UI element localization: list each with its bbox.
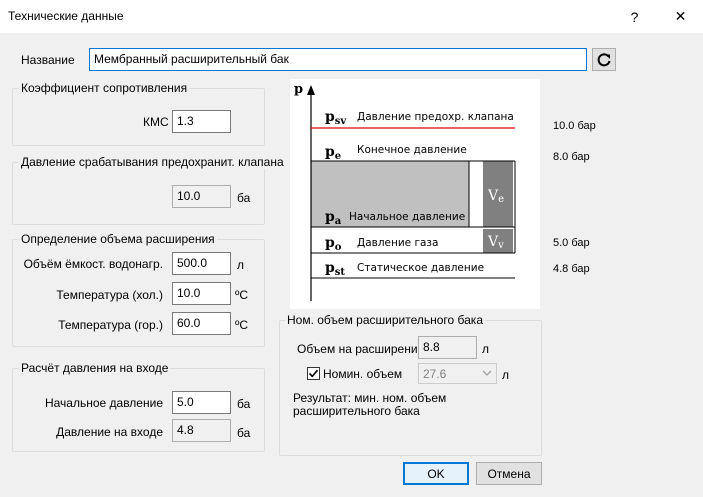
boiler-volume-label: Объём ёмкост. водонагр. bbox=[23, 257, 163, 271]
pe-value: 8.0 бар bbox=[553, 151, 590, 163]
kms-input[interactable]: 1.3 bbox=[172, 110, 231, 133]
inlet-pressure-unit: ба bbox=[237, 426, 251, 440]
pst-symbol: pst bbox=[325, 260, 345, 278]
temp-hot-unit: ºC bbox=[235, 318, 249, 332]
window-title: Технические данные bbox=[8, 9, 124, 23]
name-input[interactable]: Мембранный расширительный бак bbox=[89, 48, 587, 71]
nominal-volume-select-value: 27.6 bbox=[423, 367, 447, 381]
temp-hot-input[interactable]: 60.0 bbox=[172, 312, 231, 335]
name-label: Название bbox=[21, 53, 75, 67]
result-text-line2: расширительного бака bbox=[293, 404, 420, 418]
relief-pressure-field: 10.0 bbox=[172, 185, 231, 208]
cancel-button[interactable]: Отмена bbox=[476, 462, 542, 485]
initial-pressure-unit: ба bbox=[237, 397, 251, 411]
nominal-volume-checkbox-label[interactable]: Номин. объем bbox=[323, 367, 402, 381]
expansion-volume-label: Объем на расширение bbox=[297, 342, 425, 356]
psv-value: 10.0 бар bbox=[553, 120, 596, 132]
nominal-volume-unit: л bbox=[502, 368, 510, 382]
initial-pressure-input[interactable]: 5.0 bbox=[172, 391, 231, 414]
volume-definition-group-title: Определение объема расширения bbox=[19, 232, 217, 246]
po-value: 5.0 бар bbox=[553, 237, 590, 249]
nominal-volume-group bbox=[279, 320, 542, 456]
psv-symbol: psv bbox=[325, 109, 347, 127]
pressure-diagram: p psv pe pa po pst Ve Vv Давление предох… bbox=[290, 79, 540, 309]
boiler-volume-input[interactable]: 500.0 bbox=[172, 252, 231, 275]
nominal-volume-group-title: Ном. объем расширительного бака bbox=[285, 313, 485, 327]
pe-label: Конечное давление bbox=[357, 144, 467, 156]
relief-pressure-unit: ба bbox=[237, 191, 251, 205]
result-text-line1: Результат: мин. ном. объем bbox=[293, 391, 447, 405]
refresh-icon bbox=[597, 52, 611, 66]
refresh-button[interactable] bbox=[592, 48, 616, 71]
nominal-volume-checkbox[interactable] bbox=[307, 367, 320, 380]
po-label: Давление газа bbox=[357, 237, 438, 249]
close-button[interactable]: ✕ bbox=[658, 0, 703, 33]
po-symbol: po bbox=[325, 235, 342, 253]
title-bar: Технические данные ? ✕ bbox=[0, 0, 703, 33]
pressure-axis-arrow bbox=[307, 85, 315, 95]
expansion-volume-unit: л bbox=[482, 342, 490, 356]
expansion-volume-field: 8.8 bbox=[418, 336, 477, 359]
chevron-down-icon bbox=[482, 370, 492, 376]
relief-pressure-group-title: Давление срабатывания предохранит. клапа… bbox=[19, 155, 286, 169]
inlet-pressure-label: Давление на входе bbox=[56, 425, 163, 439]
close-icon: ✕ bbox=[674, 8, 687, 24]
psv-label: Давление предохр. клапана bbox=[357, 111, 514, 123]
pressure-diagram-svg: p psv pe pa po pst Ve Vv Давление предох… bbox=[294, 82, 516, 301]
axis-p-label: p bbox=[294, 82, 303, 97]
nominal-volume-select[interactable]: 27.6 bbox=[418, 363, 497, 384]
pa-label: Начальное давление bbox=[349, 211, 465, 223]
inlet-pressure-field: 4.8 bbox=[172, 419, 231, 442]
kms-label: КМС bbox=[143, 115, 169, 129]
initial-pressure-label: Начальное давление bbox=[44, 396, 163, 410]
temp-hot-label: Температура (гор.) bbox=[58, 318, 163, 332]
temp-cold-unit: ºC bbox=[235, 288, 249, 302]
inlet-pressure-group-title: Расчёт давления на входе bbox=[19, 361, 171, 375]
pe-symbol: pe bbox=[325, 144, 341, 162]
boiler-volume-unit: л bbox=[237, 258, 245, 272]
pst-label: Статическое давление bbox=[357, 262, 484, 274]
resistance-group-title: Коэффициент сопротивления bbox=[19, 81, 190, 95]
pst-value: 4.8 бар bbox=[553, 263, 590, 275]
temp-cold-label: Температура (хол.) bbox=[56, 288, 163, 302]
temp-cold-input[interactable]: 10.0 bbox=[172, 282, 231, 305]
help-button[interactable]: ? bbox=[612, 0, 657, 33]
checkmark-icon bbox=[308, 369, 319, 378]
ok-button[interactable]: OK bbox=[403, 462, 469, 485]
